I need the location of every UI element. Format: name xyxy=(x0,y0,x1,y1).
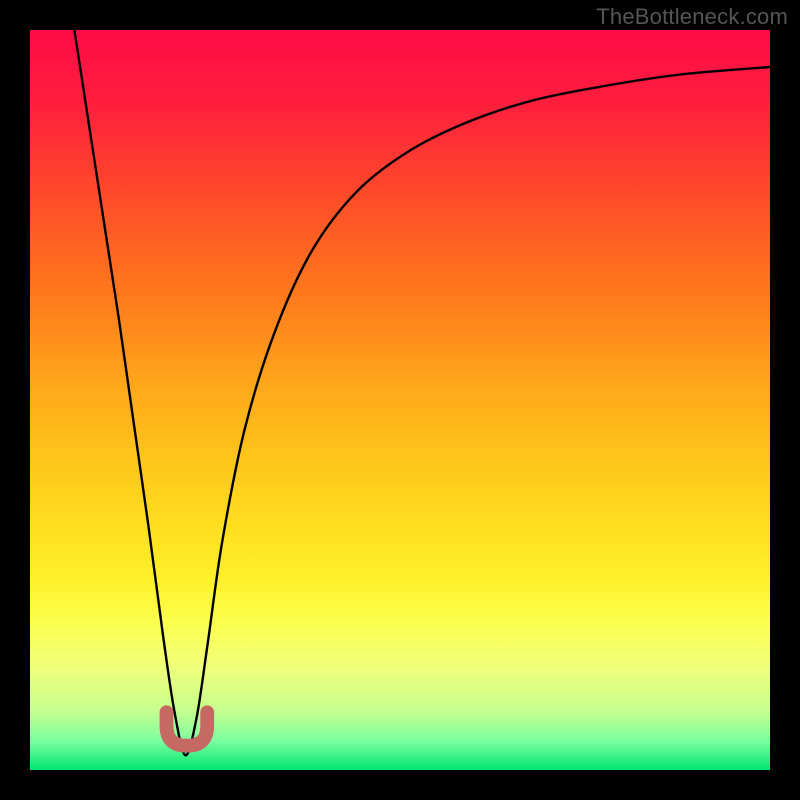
min-marker xyxy=(167,712,208,745)
watermark-text: TheBottleneck.com xyxy=(596,4,788,30)
plot-area xyxy=(30,30,770,770)
outer-frame: TheBottleneck.com xyxy=(0,0,800,800)
curve-layer xyxy=(30,30,770,770)
bottleneck-curve xyxy=(74,30,770,755)
